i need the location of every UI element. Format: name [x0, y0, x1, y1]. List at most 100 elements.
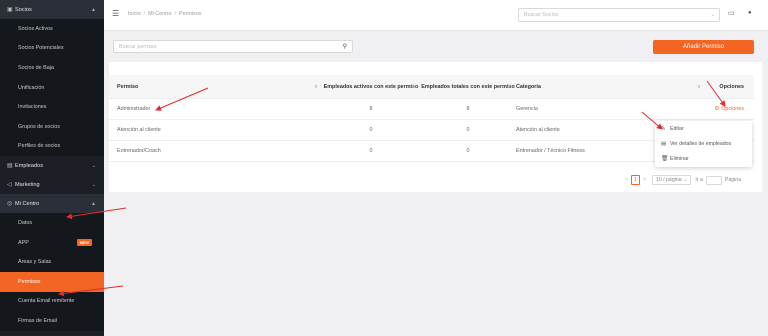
location-pin-icon: ◎: [7, 201, 13, 208]
header-categoria[interactable]: Categoría: [516, 84, 541, 90]
id-badge-icon: ▤: [7, 163, 13, 170]
opciones-label: Opciones: [721, 106, 744, 112]
cell-activos: 0: [369, 148, 373, 154]
gear-icon: ⚙: [714, 106, 720, 112]
menu-item-label: Ver detalles de empleados: [670, 140, 732, 147]
sidebar-item-label: Grupos de socios: [18, 123, 60, 130]
table-header: Permiso ⇕ Empleados activos con este per…: [109, 75, 754, 99]
sidebar-section-socios[interactable]: ▣ Socios ▲: [0, 0, 104, 19]
search-permiso-input[interactable]: Buscar permiso ⚲: [113, 40, 353, 53]
sidebar-item-label: Cuenta Email remitente: [18, 298, 75, 305]
opciones-dropdown: ✎ Editar ▤ Ver detalles de empleados 🗑 Elim…: [655, 121, 752, 167]
goto-label: Ir a: [695, 177, 703, 183]
sidebar-section-label: Socios: [15, 6, 32, 13]
opciones-link[interactable]: ⚙ Opciones: [714, 106, 744, 112]
sidebar-section-mi-centro[interactable]: ◎ Mi Centro ▲: [0, 194, 104, 214]
sidebar-item-areas-y-salas[interactable]: Áreas y Salas: [0, 252, 104, 272]
cell-permiso: Administrador: [117, 106, 151, 112]
sidebar-item-label: Perfiles de socios: [18, 143, 61, 150]
megaphone-icon: ◁: [7, 182, 12, 189]
breadcrumb-separator: /: [143, 11, 146, 17]
sidebar-item-perfiles-de-socios[interactable]: Perfiles de socios: [0, 136, 104, 157]
cell-permiso: Atención al cliente: [117, 127, 161, 133]
header-empleados-totales[interactable]: Empleados totales con este permiso: [418, 84, 518, 90]
page-label: Página: [724, 177, 742, 183]
chat-icon[interactable]: ▭: [728, 9, 735, 17]
chevron-up-icon: ▲: [91, 6, 96, 13]
menu-item-ver-detalles[interactable]: ▤ Ver detalles de empleados: [655, 136, 752, 151]
hamburger-menu-icon[interactable]: ☰: [112, 9, 119, 18]
sidebar-item-socios-potenciales[interactable]: Socios Potenciales: [0, 38, 104, 59]
user-icon[interactable]: ●: [748, 10, 752, 16]
chevron-up-icon: ▲: [91, 200, 96, 207]
table-row: Administrador 8 8 Gerencia ⚙ Opciones: [109, 99, 754, 120]
sort-icon[interactable]: ⇕: [314, 84, 318, 90]
sidebar-item-label: Invitaciones: [18, 104, 47, 111]
menu-item-eliminar[interactable]: 🗑 Eliminar: [655, 151, 752, 166]
breadcrumb-mi-centro[interactable]: Mi Centro: [148, 11, 171, 17]
sidebar-section-label: Empleados: [15, 162, 43, 169]
pagination: < 1 > 10 / página ⌄ Ir a Página: [622, 175, 741, 185]
menu-item-editar[interactable]: ✎ Editar: [655, 121, 752, 136]
cell-activos: 8: [369, 106, 373, 112]
header-empleados-activos[interactable]: Empleados activos con este permiso: [321, 84, 421, 90]
sidebar-item-datos[interactable]: Datos: [0, 213, 104, 233]
chevron-down-icon: ⌄: [91, 181, 96, 188]
sidebar-section-label: Marketing: [15, 181, 40, 188]
cell-categoria: Entrenador / Técnico Fitness: [516, 148, 585, 154]
menu-item-label: Editar: [670, 125, 684, 132]
sidebar-item-invitaciones[interactable]: Invitaciones: [0, 97, 104, 117]
chevron-down-icon: ⌄: [91, 162, 96, 169]
sidebar-item-label: Áreas y Salas: [18, 259, 52, 266]
header-permiso[interactable]: Permiso: [117, 84, 138, 90]
cell-activos: 0: [369, 127, 373, 133]
sidebar-section-label: Mi Centro: [15, 200, 40, 207]
sidebar-item-label: Firmas de Email: [18, 317, 57, 324]
header-opciones: Opciones: [719, 83, 744, 90]
chevron-down-icon: ⌄: [710, 12, 715, 18]
sort-icon[interactable]: ⇕: [697, 84, 701, 90]
cell-totales: 0: [466, 148, 470, 154]
breadcrumb-permisos: Permisos: [178, 11, 202, 17]
breadcrumb-inicio[interactable]: Inicio: [128, 11, 141, 17]
menu-item-label: Eliminar: [670, 155, 689, 162]
sidebar-item-label: Socios Potenciales: [18, 45, 64, 52]
sidebar-item-unificacion[interactable]: Unificación: [0, 77, 104, 98]
search-socios-input[interactable]: Buscar Socios ⌄: [518, 8, 720, 22]
pencil-icon: ✎: [661, 125, 666, 132]
sort-icon[interactable]: ⇕: [412, 84, 416, 90]
add-permiso-button[interactable]: Añadir Permiso: [653, 40, 754, 54]
chevron-right-icon[interactable]: >: [643, 177, 646, 183]
sidebar-item-label: Unificación: [18, 84, 45, 91]
sidebar-item-permisos[interactable]: Permisos: [0, 271, 104, 292]
sidebar-item-firmas-de-email[interactable]: Firmas de Email: [0, 311, 104, 331]
sidebar-item-socios-activos[interactable]: Socios Activos: [0, 19, 104, 39]
id-card-icon: ▣: [7, 7, 13, 13]
sidebar-section-marketing[interactable]: ◁ Marketing ⌄: [0, 175, 104, 194]
sidebar-item-app[interactable]: APP NEW: [0, 232, 104, 253]
sidebar-item-label: Socios de Baja: [18, 64, 54, 71]
new-badge: NEW: [76, 238, 92, 246]
sidebar-section-empleados[interactable]: ▤ Empleados ⌄: [0, 156, 104, 175]
cell-categoria: Gerencia: [516, 106, 538, 112]
page-size-select[interactable]: 10 / página ⌄: [651, 175, 692, 185]
id-card-icon: ▤: [661, 140, 667, 147]
page-number[interactable]: 1: [631, 175, 640, 185]
trash-icon: 🗑: [661, 155, 669, 162]
breadcrumb: Inicio / Mi Centro / Permisos: [128, 11, 201, 17]
search-permiso-placeholder: Buscar permiso: [119, 44, 157, 50]
sort-icon[interactable]: ⇕: [507, 84, 511, 90]
chevron-left-icon[interactable]: <: [625, 177, 628, 183]
cell-permiso: Entrenador/Coach: [117, 148, 161, 154]
sidebar: ▣ Socios ▲ Socios Activos Socios Potenci…: [0, 0, 104, 336]
search-socios-placeholder: Buscar Socios: [524, 12, 559, 18]
search-icon[interactable]: ⚲: [343, 43, 347, 50]
breadcrumb-separator: /: [174, 11, 176, 17]
sidebar-item-label: Datos: [18, 219, 33, 226]
sidebar-item-cuenta-email-remitente[interactable]: Cuenta Email remitente: [0, 291, 104, 312]
sidebar-item-socios-de-baja[interactable]: Socios de Baja: [0, 58, 104, 78]
sidebar-item-label: Permisos: [18, 278, 41, 285]
sidebar-item-grupos-de-socios[interactable]: Grupos de socios: [0, 116, 104, 137]
goto-page-input[interactable]: [705, 175, 722, 185]
sidebar-item-label: Socios Activos: [18, 25, 53, 32]
